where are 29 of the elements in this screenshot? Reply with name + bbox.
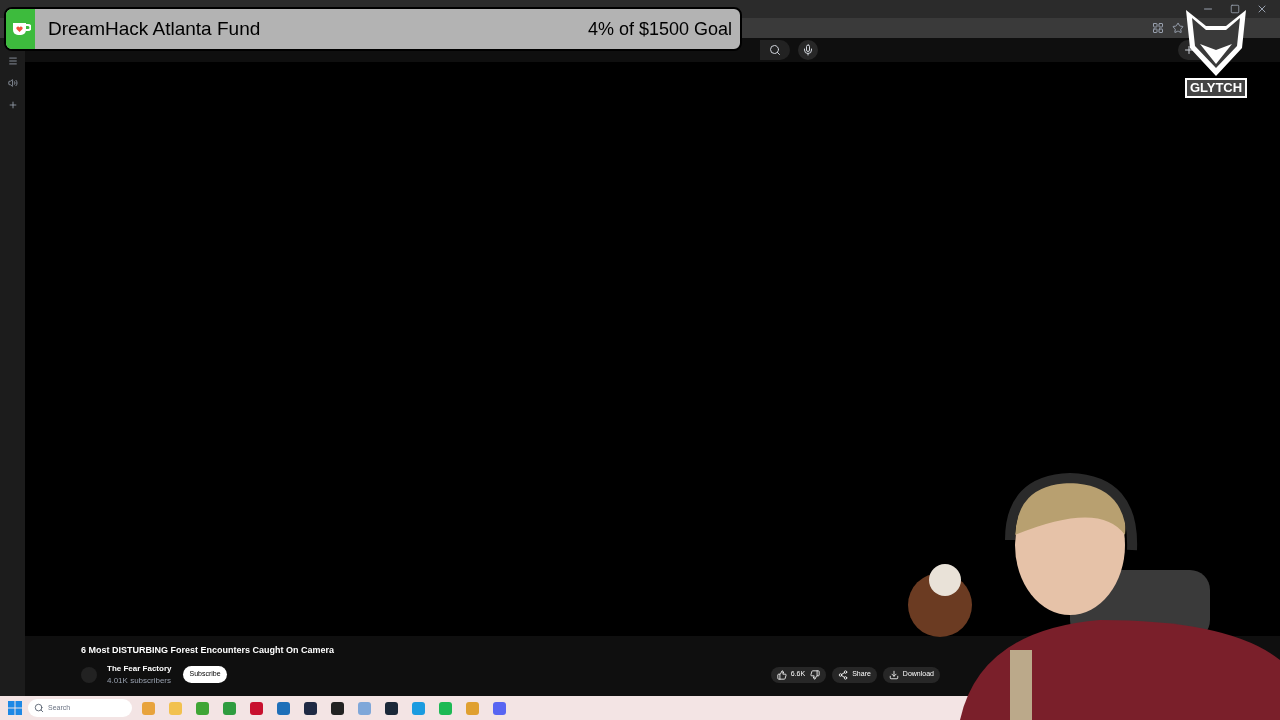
app-icon[interactable]: [331, 701, 344, 715]
dislike-button[interactable]: [810, 669, 821, 680]
start-icon[interactable]: [8, 701, 22, 715]
add-icon[interactable]: [7, 100, 18, 110]
voice-search-button[interactable]: [798, 40, 818, 60]
maximize-icon[interactable]: [1230, 4, 1240, 14]
app-icon[interactable]: [304, 701, 317, 715]
search-icon: [34, 703, 44, 713]
goal-amount-text: 4% of $1500 Goal: [587, 17, 732, 41]
microphone-icon: [802, 44, 814, 56]
share-icon: [838, 669, 849, 680]
search-icon: [769, 44, 781, 56]
logo-text: GLYTCH: [1184, 78, 1248, 98]
heart-cup-icon: [11, 20, 31, 38]
goal-title: DreamHack Atlanta Fund: [48, 16, 261, 41]
plus-icon: [1183, 44, 1195, 56]
search-button[interactable]: [760, 40, 790, 60]
download-icon: [888, 669, 899, 680]
favorite-icon[interactable]: [1172, 22, 1184, 34]
app-icon[interactable]: [385, 701, 398, 715]
apps-icon[interactable]: [1152, 22, 1164, 34]
video-title: 6 Most DISTURBING Forest Encounters Caught On Camera: [81, 644, 336, 657]
thumbs-up-icon: [776, 669, 787, 680]
close-icon[interactable]: [1256, 3, 1268, 15]
subscriber-count: 4.01K subscribers: [107, 674, 172, 687]
menu-icon[interactable]: [7, 56, 18, 66]
thumbs-down-icon: [810, 669, 821, 680]
speaker-icon[interactable]: [7, 78, 18, 88]
channel-name[interactable]: The Fear Factory: [107, 662, 172, 675]
